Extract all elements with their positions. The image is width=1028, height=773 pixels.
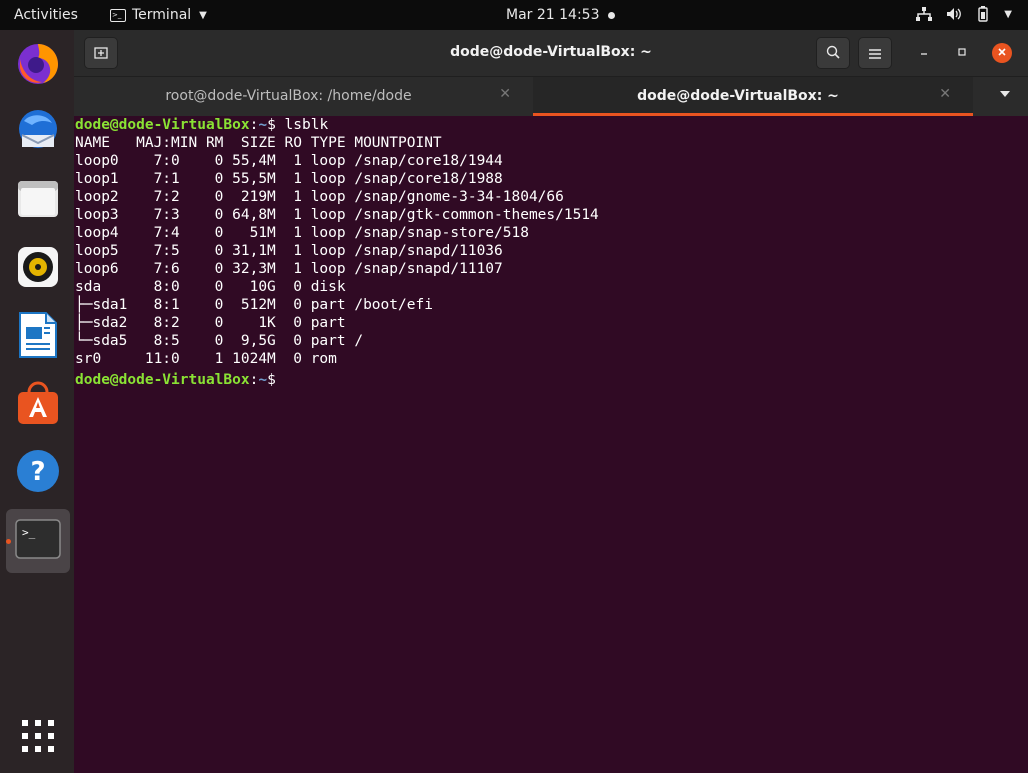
maximize-icon — [957, 46, 967, 60]
prompt-path: ~ — [258, 117, 268, 133]
dock-files[interactable] — [6, 169, 70, 233]
output-line: sr0 11:0 1 1024M 0 rom — [75, 351, 355, 367]
notification-dot — [608, 12, 615, 19]
close-tab-icon[interactable]: ✕ — [499, 86, 511, 102]
dock-thunderbird[interactable] — [6, 101, 70, 165]
prompt-dollar: $ — [267, 372, 285, 388]
libreoffice-writer-icon — [18, 311, 58, 363]
tab-label: dode@dode-VirtualBox: ~ — [637, 88, 839, 104]
svg-text:?: ? — [30, 457, 45, 487]
top-bar: Activities >_ Terminal ▼ Mar 21 14:53 ▼ — [0, 0, 1028, 30]
search-button[interactable] — [816, 37, 850, 69]
prompt-line: dode@dode-VirtualBox:~$ — [75, 368, 1016, 388]
maximize-button[interactable] — [952, 43, 972, 63]
output-line: └─sda5 8:5 0 9,5G 0 part / — [75, 333, 364, 349]
prompt-host: dode@dode-VirtualBox — [75, 372, 250, 388]
help-icon: ? — [15, 448, 61, 498]
search-icon — [826, 44, 840, 63]
battery-icon — [976, 6, 990, 22]
tab-root[interactable]: root@dode-VirtualBox: /home/dode ✕ — [74, 77, 533, 116]
dock-terminal[interactable]: >_ — [6, 509, 70, 573]
prompt-host: dode@dode-VirtualBox — [75, 117, 250, 133]
terminal-app-icon: >_ — [110, 8, 126, 22]
terminal-output[interactable]: dode@dode-VirtualBox:~$ lsblk NAME MAJ:M… — [74, 116, 1016, 768]
svg-text:>_: >_ — [22, 526, 36, 539]
output-line: ├─sda2 8:2 0 1K 0 part — [75, 315, 355, 331]
chevron-down-icon: ▼ — [1004, 8, 1012, 20]
dock: ? >_ — [0, 30, 74, 773]
prompt-path: ~ — [258, 372, 268, 388]
close-button[interactable] — [992, 43, 1012, 63]
files-icon — [15, 176, 61, 226]
ubuntu-software-icon — [15, 380, 61, 430]
show-applications-icon — [21, 719, 55, 757]
system-tray[interactable]: ▼ — [916, 6, 1012, 22]
close-icon — [997, 46, 1007, 60]
tabs-menu-icon[interactable] — [1000, 91, 1010, 97]
minimize-icon — [919, 46, 929, 60]
output-line: sda 8:0 0 10G 0 disk — [75, 279, 355, 295]
terminal-window: dode@dode-VirtualBox: ~ root@dode-Virtua… — [74, 30, 1028, 773]
firefox-icon — [14, 39, 62, 91]
hamburger-menu-icon — [869, 44, 881, 63]
terminal-icon: >_ — [15, 519, 61, 563]
scrollbar[interactable] — [1019, 122, 1025, 762]
minimize-button[interactable] — [914, 43, 934, 63]
output-line: loop3 7:3 0 64,8M 1 loop /snap/gtk-commo… — [75, 207, 599, 223]
prompt-dollar: $ — [267, 117, 285, 133]
output-line: NAME MAJ:MIN RM SIZE RO TYPE MOUNTPOINT — [75, 135, 442, 151]
dock-help[interactable]: ? — [6, 441, 70, 505]
dock-firefox[interactable] — [6, 33, 70, 97]
command-text: lsblk — [284, 117, 329, 133]
close-tab-icon[interactable]: ✕ — [939, 86, 951, 102]
output-line: loop6 7:6 0 32,3M 1 loop /snap/snapd/111… — [75, 261, 503, 277]
tab-dode[interactable]: dode@dode-VirtualBox: ~ ✕ — [533, 77, 973, 116]
thunderbird-icon — [14, 107, 62, 159]
output-line: loop4 7:4 0 51M 1 loop /snap/snap-store/… — [75, 225, 529, 241]
running-indicator — [6, 539, 11, 544]
tab-bar: root@dode-VirtualBox: /home/dode ✕ dode@… — [74, 77, 1028, 116]
output-line: loop5 7:5 0 31,1M 1 loop /snap/snapd/110… — [75, 243, 503, 259]
network-icon — [916, 7, 933, 21]
header-bar: dode@dode-VirtualBox: ~ — [74, 30, 1028, 77]
dock-rhythmbox[interactable] — [6, 237, 70, 301]
clock[interactable]: Mar 21 14:53 — [506, 7, 599, 23]
dock-software[interactable] — [6, 373, 70, 437]
rhythmbox-icon — [15, 244, 61, 294]
tab-label: root@dode-VirtualBox: /home/dode — [165, 88, 412, 104]
show-applications-button[interactable] — [6, 706, 70, 770]
output-line: loop0 7:0 0 55,4M 1 loop /snap/core18/19… — [75, 153, 503, 169]
output-line: ├─sda1 8:1 0 512M 0 part /boot/efi — [75, 297, 433, 313]
prompt-line: dode@dode-VirtualBox:~$ lsblk — [75, 116, 1016, 134]
activities-button[interactable]: Activities — [14, 7, 78, 23]
chevron-down-icon: ▼ — [199, 9, 207, 21]
volume-icon — [946, 7, 962, 21]
text-cursor — [285, 368, 293, 384]
app-menu[interactable]: >_ Terminal ▼ — [110, 7, 207, 23]
menu-button[interactable] — [858, 37, 892, 69]
output-line: loop2 7:2 0 219M 1 loop /snap/gnome-3-34… — [75, 189, 564, 205]
app-menu-label: Terminal — [132, 7, 192, 23]
dock-writer[interactable] — [6, 305, 70, 369]
output-line: loop1 7:1 0 55,5M 1 loop /snap/core18/19… — [75, 171, 503, 187]
